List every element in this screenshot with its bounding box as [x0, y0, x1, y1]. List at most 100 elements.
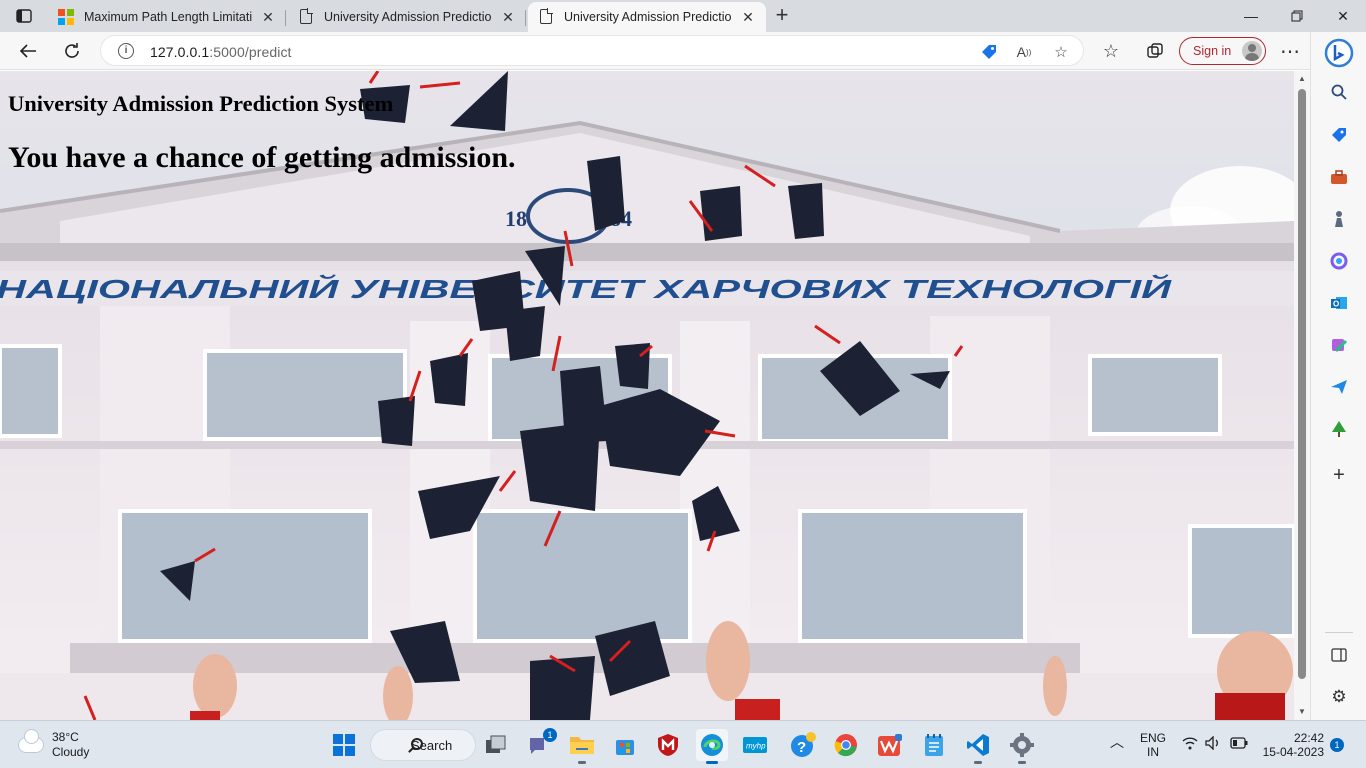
more-dots-icon: ⋯ — [1280, 40, 1300, 63]
add-favorite-icon[interactable]: ☆ — [1051, 42, 1071, 62]
windows-taskbar: 38°C Cloudy Search 1 myhp ? ︿ ENG IN 22:… — [0, 720, 1366, 768]
games-sidebar-button[interactable] — [1327, 207, 1351, 231]
wifi-icon[interactable] — [1182, 736, 1198, 753]
page-heading: University Admission Prediction System — [8, 91, 394, 116]
edge-browser-button[interactable] — [696, 729, 728, 764]
help-button[interactable]: ? — [787, 729, 819, 761]
notepad-button[interactable] — [918, 729, 950, 761]
notification-badge[interactable]: 1 — [1330, 738, 1344, 752]
search-icon — [411, 738, 423, 750]
taskbar-search[interactable]: Search — [370, 729, 476, 761]
minimize-button[interactable]: — — [1228, 0, 1274, 32]
address-bar[interactable]: i 127.0.0.1:5000/predict A)) ☆ — [100, 35, 1084, 66]
read-aloud-icon[interactable]: A)) — [1014, 42, 1034, 62]
university-banner-text: НАЦІОНАЛЬНИЙ УНІВЕРСИТЕТ ХАРЧОВИХ ТЕХНОЛ… — [0, 274, 1173, 304]
back-button[interactable] — [13, 36, 43, 66]
new-tab-button[interactable]: + — [770, 4, 794, 28]
prediction-result: You have a chance of getting admission. — [8, 141, 516, 174]
task-view-button[interactable] — [480, 729, 512, 761]
svg-text:O: O — [1333, 300, 1339, 309]
office-icon — [1330, 252, 1348, 270]
vscode-icon — [967, 734, 989, 756]
search-sidebar-button[interactable] — [1327, 80, 1351, 104]
shopping-sidebar-button[interactable] — [1327, 123, 1351, 147]
hide-sidebar-button[interactable] — [1327, 643, 1351, 667]
tab-3-active[interactable]: University Admission Prediction S ✕ — [528, 2, 766, 32]
clock[interactable]: 22:42 15-04-2023 — [1262, 731, 1324, 759]
sign-in-button[interactable]: Sign in — [1179, 37, 1266, 65]
chrome-button[interactable] — [830, 729, 862, 761]
windows-logo-icon — [333, 734, 355, 756]
document-icon — [298, 8, 314, 25]
tree-sidebar-button[interactable] — [1327, 417, 1351, 441]
tab-actions-button[interactable] — [8, 4, 40, 28]
url-text[interactable]: 127.0.0.1:5000/predict — [150, 44, 292, 60]
volume-icon[interactable] — [1205, 735, 1221, 753]
tab-2-title: University Admission Prediction S — [324, 10, 492, 24]
cloud-icon — [18, 730, 44, 753]
folder-icon — [570, 737, 594, 754]
back-arrow-icon — [19, 44, 36, 58]
page-viewport: 18 84 НАЦІОНАЛЬНИЙ УНІВЕРСИТЕТ ХАРЧОВИХ … — [0, 71, 1294, 720]
designer-sidebar-button[interactable] — [1327, 333, 1351, 357]
start-button[interactable] — [328, 729, 360, 761]
store-bag-icon — [616, 740, 634, 755]
settings-more-button[interactable]: ⋯ — [1275, 36, 1305, 66]
bing-chat-button[interactable] — [1324, 38, 1354, 68]
chevron-up-icon: ︿ — [1110, 734, 1124, 750]
sidebar-panel-icon — [1331, 648, 1347, 662]
scroll-up-arrow-icon[interactable]: ▲ — [1297, 74, 1307, 84]
tab-3-title: University Admission Prediction S — [564, 10, 732, 24]
sidebar-divider — [1325, 632, 1353, 633]
teams-badge: 1 — [543, 728, 557, 742]
document-icon — [538, 8, 554, 25]
show-hidden-icons-button[interactable]: ︿ — [1110, 735, 1124, 749]
sidebar-settings-button[interactable]: ⚙ — [1327, 685, 1351, 709]
close-icon[interactable]: ✕ — [740, 9, 756, 25]
favorites-button[interactable]: ☆ — [1096, 36, 1126, 66]
restore-button[interactable] — [1274, 0, 1320, 32]
refresh-button[interactable] — [57, 36, 87, 66]
close-icon[interactable]: ✕ — [500, 9, 516, 25]
collections-button[interactable] — [1140, 36, 1170, 66]
battery-icon[interactable] — [1230, 737, 1248, 752]
tools-sidebar-button[interactable] — [1327, 165, 1351, 189]
designer-icon — [1332, 339, 1348, 353]
wps-office-button[interactable] — [874, 729, 906, 761]
page-scrollbar[interactable]: ▲ ▼ — [1294, 71, 1310, 720]
vscode-button[interactable] — [962, 729, 994, 764]
site-info-icon[interactable]: i — [118, 43, 134, 59]
scrollbar-thumb[interactable] — [1298, 89, 1306, 679]
tab-1-title: Maximum Path Length Limitation — [84, 10, 252, 24]
weather-description: Cloudy — [52, 745, 90, 759]
weather-widget[interactable]: 38°C Cloudy — [18, 730, 89, 760]
input-language-indicator[interactable]: ENG IN — [1140, 731, 1166, 759]
gear-icon: ⚙ — [1331, 687, 1347, 706]
task-view-icon — [486, 735, 506, 753]
file-explorer-button[interactable] — [566, 729, 598, 764]
coupon-tag-icon[interactable] — [979, 42, 999, 62]
close-icon[interactable]: ✕ — [260, 9, 276, 25]
microsoft-365-sidebar-button[interactable] — [1327, 249, 1351, 273]
chess-pawn-icon — [1335, 211, 1343, 227]
notepad-icon — [925, 734, 943, 756]
settings-app-button[interactable] — [1006, 729, 1038, 764]
add-sidebar-app-button[interactable]: + — [1327, 463, 1351, 487]
tab-1[interactable]: Maximum Path Length Limitation ✕ — [48, 2, 286, 32]
teams-chat-button[interactable]: 1 — [523, 728, 557, 761]
myhp-button[interactable]: myhp — [739, 729, 771, 761]
browser-toolbar: i 127.0.0.1:5000/predict A)) ☆ ☆ Sign in… — [0, 32, 1366, 70]
search-icon — [1331, 84, 1347, 100]
weather-temperature: 38°C — [52, 730, 79, 744]
mcafee-button[interactable] — [652, 729, 684, 761]
outlook-sidebar-button[interactable]: O — [1327, 291, 1351, 315]
mcafee-shield-icon — [658, 734, 678, 756]
tree-icon — [1332, 421, 1346, 437]
microsoft-store-button[interactable] — [609, 729, 641, 761]
bing-logo-icon — [1324, 38, 1354, 68]
scroll-down-arrow-icon[interactable]: ▼ — [1297, 707, 1307, 717]
tab-2[interactable]: University Admission Prediction S ✕ — [288, 2, 526, 32]
toolbox-icon — [1331, 170, 1347, 184]
close-window-button[interactable]: ✕ — [1320, 0, 1366, 32]
drop-sidebar-button[interactable] — [1327, 375, 1351, 399]
